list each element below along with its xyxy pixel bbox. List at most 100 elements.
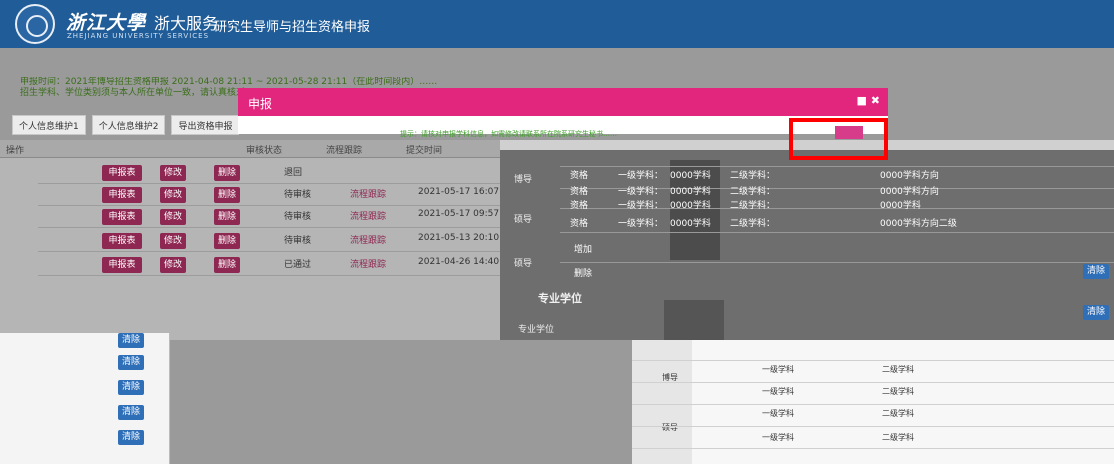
first-level-value: 0000学科 — [670, 171, 711, 181]
flow-track-link[interactable]: 流程跟踪 — [350, 209, 386, 222]
section-professional-degree: 专业学位 — [538, 292, 582, 305]
delete-button[interactable]: 删除 — [214, 209, 240, 225]
first-level-label: 一级学科 — [762, 387, 794, 396]
modal-title: 申报 — [248, 97, 273, 111]
edit-button[interactable]: 修改 — [160, 257, 186, 273]
clear-button[interactable]: 清除 — [1083, 305, 1109, 320]
delete-row-button[interactable]: 删除 — [574, 266, 592, 279]
first-level-value: 0000学科 — [670, 201, 711, 211]
second-level-value: 0000学科方向 — [880, 171, 939, 181]
personal-info-2-button[interactable]: 个人信息维护2 — [91, 115, 166, 135]
table-row: 申报表 修改 删除 已通过 流程跟踪 2021-04-26 14:40:03 — [38, 254, 514, 276]
qualification-checkbox: 资格 — [570, 171, 589, 181]
brand-english: ZHEJIANG UNIVERSITY SERVICES — [67, 32, 210, 40]
university-logo-icon — [15, 4, 55, 44]
status-text: 退回 — [284, 168, 303, 178]
lower-label-column — [632, 340, 692, 464]
apply-form-button[interactable]: 申报表 — [102, 187, 142, 203]
first-level-label: 一级学科： — [618, 187, 664, 197]
row-divider — [632, 426, 1114, 427]
lower-subject-panel: 博导 硕导 一级学科 二级学科 一级学科 二级学科 一级学科 二级学科 一级学科… — [632, 340, 1114, 464]
export-button[interactable]: 导出资格申报 — [171, 115, 240, 135]
add-row-button[interactable]: 增加 — [574, 242, 592, 255]
second-level-label: 二级学科 — [882, 365, 914, 374]
first-level-label: 一级学科 — [762, 433, 794, 442]
subject-panel — [500, 150, 1114, 340]
second-level-label: 二级学科： — [730, 219, 776, 229]
clear-button[interactable]: 清除 — [118, 405, 144, 420]
edit-button[interactable]: 修改 — [160, 233, 186, 249]
apply-form-button[interactable]: 申报表 — [102, 209, 142, 225]
row-divider — [560, 232, 1114, 233]
row-divider — [632, 360, 1114, 361]
edit-button[interactable]: 修改 — [160, 187, 186, 203]
second-level-value: 0000学科方向二级 — [880, 219, 957, 229]
category-label: 专业学位 — [518, 325, 555, 335]
first-level-label: 一级学科： — [618, 201, 664, 211]
second-level-label: 二级学科 — [882, 433, 914, 442]
table-row: 申报表 修改 删除 待审核 流程跟踪 2021-05-17 16:07:03 — [38, 184, 514, 206]
qualification-checkbox: 资格 — [570, 219, 589, 229]
row-divider — [632, 404, 1114, 405]
first-level-label: 一级学科： — [618, 171, 664, 181]
second-level-value: 0000学科方向 — [880, 187, 939, 197]
table-header: 操作 审核状态 流程跟踪 提交时间 — [0, 140, 500, 158]
second-level-label: 二级学科 — [882, 387, 914, 396]
flow-track-link[interactable]: 流程跟踪 — [350, 233, 386, 246]
status-text: 待审核 — [284, 212, 312, 222]
row-divider — [560, 262, 1114, 263]
header-cell — [80, 140, 240, 157]
first-level-value: 0000学科 — [670, 187, 711, 197]
table-row: 申报表 修改 删除 待审核 流程跟踪 2021-05-13 20:10:52 — [38, 230, 514, 252]
header-cell: 审核状态 — [246, 146, 283, 156]
category-label: 硕导 — [514, 259, 533, 269]
clear-panel: 清除 清除 清除 清除 清除 — [0, 333, 170, 464]
category-label: 博导 — [514, 175, 533, 185]
apply-form-button[interactable]: 申报表 — [102, 257, 142, 273]
apply-modal-header: 申报 ■ ✖ — [238, 88, 888, 116]
second-level-label: 二级学科 — [882, 409, 914, 418]
first-level-label: 一级学科： — [618, 219, 664, 229]
brand-script: 浙江大學 — [66, 12, 147, 34]
highlight-box — [789, 118, 888, 160]
second-level-label: 二级学科： — [730, 201, 776, 211]
clear-button[interactable]: 清除 — [118, 355, 144, 370]
first-level-value: 0000学科 — [670, 219, 711, 229]
toolbar: 个人信息维护1 个人信息维护2 导出资格申报 — [12, 115, 240, 135]
subject-box — [664, 300, 724, 340]
personal-info-1-button[interactable]: 个人信息维护1 — [12, 115, 86, 135]
system-title[interactable]: 研究生导师与招生资格申报 — [214, 16, 370, 35]
qualification-checkbox: 资格 — [570, 187, 589, 197]
first-level-label: 一级学科 — [762, 365, 794, 374]
clear-button[interactable]: 清除 — [1083, 264, 1109, 279]
clear-button[interactable]: 清除 — [118, 333, 144, 348]
delete-button[interactable]: 删除 — [214, 187, 240, 203]
second-level-value: 0000学科 — [880, 201, 921, 211]
flow-track-link[interactable]: 流程跟踪 — [350, 257, 386, 270]
header-cell: 操作 — [6, 146, 25, 156]
clear-button[interactable]: 清除 — [118, 380, 144, 395]
header-cell: 流程跟踪 — [326, 146, 363, 156]
edit-button[interactable]: 修改 — [160, 165, 186, 181]
modal-close-icon[interactable]: ■ ✖ — [857, 94, 880, 107]
category-label: 硕导 — [662, 423, 678, 432]
category-label: 硕导 — [514, 215, 533, 225]
second-level-label: 二级学科： — [730, 187, 776, 197]
row-divider — [560, 166, 1114, 167]
second-level-label: 二级学科： — [730, 171, 776, 181]
status-text: 待审核 — [284, 190, 312, 200]
flow-track-link[interactable]: 流程跟踪 — [350, 187, 386, 200]
table-row: 申报表 修改 删除 退回 — [38, 162, 500, 184]
delete-button[interactable]: 删除 — [214, 233, 240, 249]
apply-form-button[interactable]: 申报表 — [102, 165, 142, 181]
delete-button[interactable]: 删除 — [214, 257, 240, 273]
apply-form-button[interactable]: 申报表 — [102, 233, 142, 249]
table-row: 申报表 修改 删除 待审核 流程跟踪 2021-05-17 09:57:13 — [38, 206, 514, 228]
brand-service: 浙大服务 — [154, 14, 219, 33]
delete-button[interactable]: 删除 — [214, 165, 240, 181]
clear-button[interactable]: 清除 — [118, 430, 144, 445]
notice-line-1: 申报时间：2021年博导招生资格申报 2021-04-08 21:11 ~ 20… — [20, 77, 438, 87]
edit-button[interactable]: 修改 — [160, 209, 186, 225]
row-divider — [632, 382, 1114, 383]
qualification-checkbox: 资格 — [570, 201, 589, 211]
